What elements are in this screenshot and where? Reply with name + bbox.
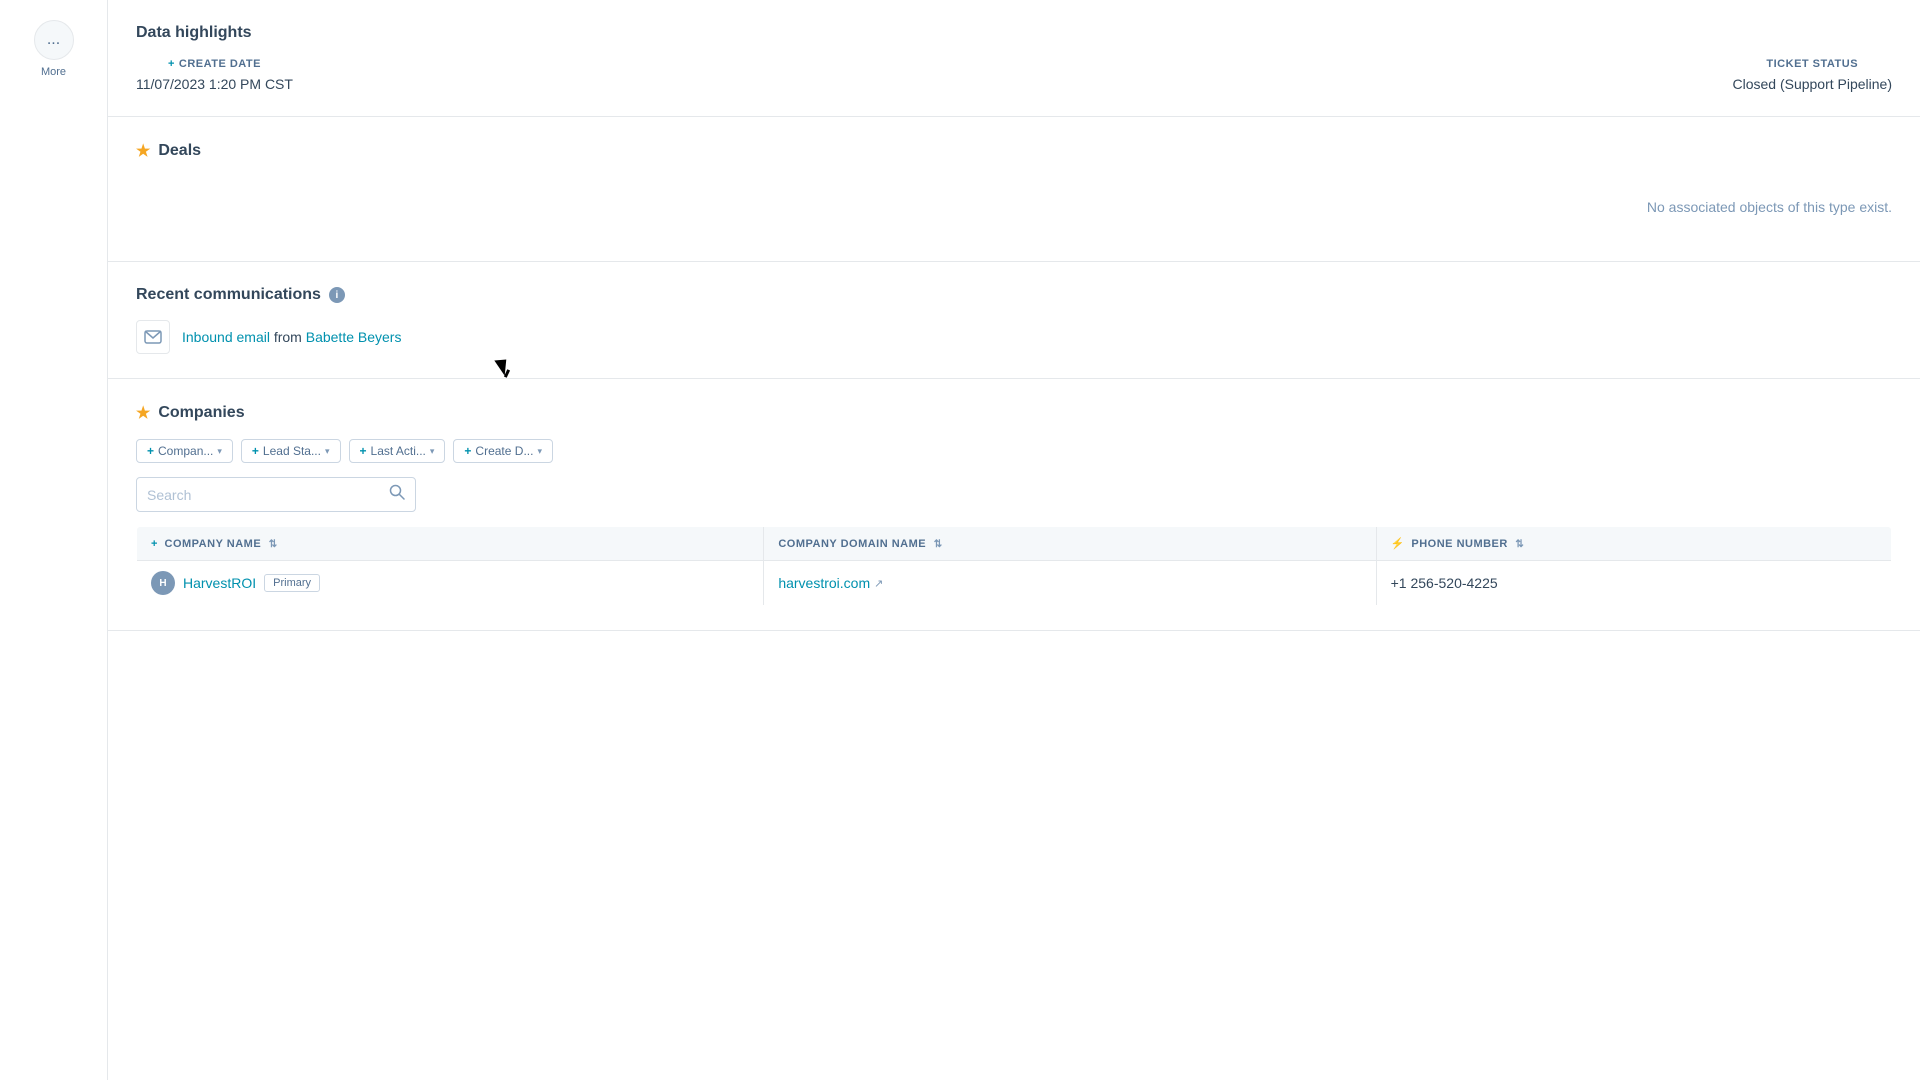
data-highlights-label: Data highlights [136,24,252,42]
filter-last-chevron: ▾ [430,446,435,457]
create-date-label-text: CREATE DATE [179,58,261,70]
th-company-name[interactable]: + COMPANY NAME ⇅ [137,527,764,561]
recent-communications-section: Recent communications i Inbound email fr… [108,262,1920,379]
filter-company-label: Compan... [158,444,213,458]
search-icon[interactable] [389,484,405,505]
companies-section: ★ Companies + Compan... ▾ + Lead Sta... … [108,379,1920,631]
deals-title: ★ Deals [136,141,1892,161]
more-dots-icon: ... [47,31,60,49]
th-domain-name[interactable]: COMPANY DOMAIN NAME ⇅ [764,527,1376,561]
domain-text: harvestroi.com [778,575,870,591]
inbound-email-link[interactable]: Inbound email [182,329,270,345]
more-button[interactable]: ... [34,20,74,60]
ticket-status-label: TICKET STATUS [1766,58,1858,70]
filter-create-plus: + [464,444,471,458]
create-date-item: + CREATE DATE 11/07/2023 1:20 PM CST [136,58,293,92]
filter-create-label: Create D... [475,444,533,458]
filter-lead-plus: + [252,444,259,458]
th-phone-number[interactable]: ⚡ PHONE NUMBER ⇅ [1376,527,1891,561]
sort-company-name: ⇅ [269,539,278,550]
email-icon [144,330,162,344]
companies-title-text: Companies [158,404,244,422]
lightning-icon: ⚡ [1391,538,1405,550]
more-label: More [41,66,66,78]
filter-company[interactable]: + Compan... ▾ [136,439,233,463]
filter-lead-label: Lead Sta... [263,444,321,458]
phone-value: +1 256-520-4225 [1391,575,1498,591]
deals-content: No associated objects of this type exist… [136,177,1892,237]
table-header-row: + COMPANY NAME ⇅ COMPANY DOMAIN NAME ⇅ ⚡… [137,527,1892,561]
recent-communications-header: Recent communications i [136,286,1892,304]
ticket-status-value: Closed (Support Pipeline) [1732,76,1892,92]
filter-last-plus: + [360,444,367,458]
domain-link[interactable]: harvestroi.com ↗ [778,575,1361,591]
td-company-name: H HarvestROI Primary [137,561,764,606]
ticket-status-label-text: TICKET STATUS [1766,58,1858,70]
companies-star-icon: ★ [136,403,150,423]
info-icon[interactable]: i [329,287,345,303]
filter-create-date[interactable]: + Create D... ▾ [453,439,553,463]
sidebar: ... More [0,0,108,1080]
filter-company-plus: + [147,444,154,458]
main-content: Data highlights + CREATE DATE 11/07/2023… [108,0,1920,1080]
filter-lead-chevron: ▾ [325,446,330,457]
data-highlights-title: Data highlights [136,24,1892,42]
deals-star-icon: ★ [136,141,150,161]
filter-last-label: Last Acti... [371,444,426,458]
from-text: from [270,329,306,345]
company-avatar: H [151,571,175,595]
external-link-icon: ↗ [874,577,883,590]
create-date-plus: + [168,58,175,70]
comm-item: Inbound email from Babette Beyers [136,320,1892,354]
companies-search-box[interactable] [136,477,416,512]
table-row: H HarvestROI Primary harvestroi.com ↗ [137,561,1892,606]
companies-title: ★ Companies [136,403,1892,423]
companies-filters: + Compan... ▾ + Lead Sta... ▾ + Last Act… [136,439,1892,463]
email-icon-box [136,320,170,354]
filter-create-chevron: ▾ [537,446,542,457]
sender-link[interactable]: Babette Beyers [306,329,402,345]
primary-badge: Primary [264,574,320,592]
recent-communications-title: Recent communications [136,286,321,304]
create-date-value: 11/07/2023 1:20 PM CST [136,76,293,92]
filter-lead-status[interactable]: + Lead Sta... ▾ [241,439,341,463]
deals-section: ★ Deals No associated objects of this ty… [108,117,1920,262]
create-date-label: + CREATE DATE [168,58,261,70]
td-domain: harvestroi.com ↗ [764,561,1376,606]
ticket-status-item: TICKET STATUS Closed (Support Pipeline) [1732,58,1892,92]
sort-phone: ⇅ [1515,539,1524,550]
comm-text: Inbound email from Babette Beyers [182,329,401,345]
data-highlights-section: Data highlights + CREATE DATE 11/07/2023… [108,0,1920,117]
search-input[interactable] [147,487,389,503]
company-name-link[interactable]: HarvestROI [183,575,256,591]
sort-domain-name: ⇅ [934,539,943,550]
td-phone: +1 256-520-4225 [1376,561,1891,606]
filter-last-activity[interactable]: + Last Acti... ▾ [349,439,446,463]
deals-title-text: Deals [158,142,201,160]
deals-no-objects: No associated objects of this type exist… [1647,199,1892,215]
filter-company-chevron: ▾ [217,446,222,457]
companies-table: + COMPANY NAME ⇅ COMPANY DOMAIN NAME ⇅ ⚡… [136,526,1892,606]
